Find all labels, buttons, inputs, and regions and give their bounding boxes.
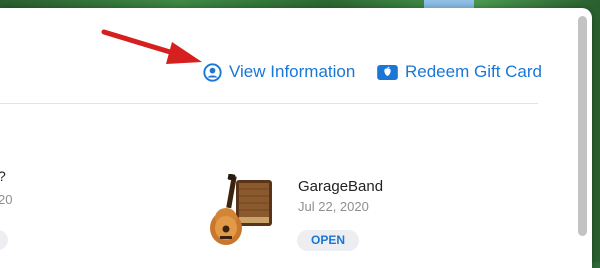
garageband-guitar-icon[interactable] — [208, 173, 274, 248]
red-annotation-arrow — [101, 29, 202, 64]
desktop-highlight — [424, 0, 474, 8]
partial-open-button[interactable] — [0, 230, 8, 250]
redeem-gift-card-label: Redeem Gift Card — [405, 62, 542, 81]
app-store-window: View Information Redeem Gift Card ? 20 — [0, 8, 592, 268]
scrollbar[interactable] — [578, 16, 587, 236]
app-name: GarageBand — [298, 178, 384, 195]
view-information-label: View Information — [229, 62, 356, 81]
person-circle-icon — [203, 62, 222, 82]
gift-card-icon — [377, 64, 398, 80]
header-divider — [0, 103, 538, 104]
open-button[interactable]: OPEN — [297, 230, 359, 251]
partial-app-name: ? — [0, 168, 6, 184]
partial-app-date: 20 — [0, 192, 13, 207]
view-information-link[interactable]: View Information — [203, 62, 355, 82]
redeem-gift-card-link[interactable]: Redeem Gift Card — [377, 62, 542, 82]
app-purchase-date: Jul 22, 2020 — [298, 199, 369, 214]
